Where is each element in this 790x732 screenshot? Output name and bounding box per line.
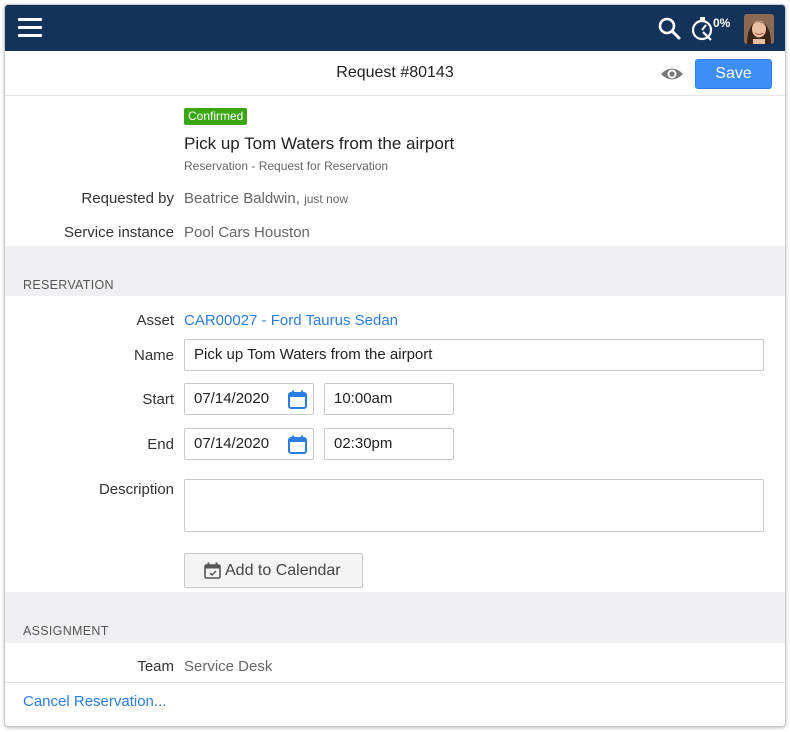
request-subject: Pick up Tom Waters from the airport — [184, 134, 455, 153]
end-date-field[interactable]: 07/14/2020 — [184, 428, 314, 460]
app-window: 0% Request #80143 Save Confirmed Pick up… — [4, 4, 786, 727]
requested-by-label: Requested by — [81, 190, 174, 207]
cancel-reservation-link[interactable]: Cancel Reservation... — [23, 693, 166, 710]
search-icon[interactable] — [657, 16, 681, 40]
timer-icon[interactable] — [691, 16, 715, 42]
menu-icon[interactable] — [18, 18, 42, 38]
start-date-value: 07/14/2020 — [194, 390, 270, 407]
end-date-value: 07/14/2020 — [194, 435, 270, 452]
description-field[interactable] — [184, 479, 764, 532]
team-label: Team — [137, 658, 174, 675]
team-value: Service Desk — [184, 658, 273, 675]
name-field[interactable]: Pick up Tom Waters from the airport — [184, 339, 764, 371]
end-label: End — [147, 436, 174, 453]
start-time-field[interactable]: 10:00am — [324, 383, 454, 415]
start-label: Start — [142, 391, 174, 408]
avatar[interactable] — [744, 14, 774, 44]
description-label: Description — [98, 481, 174, 498]
calendar-add-icon — [204, 562, 221, 579]
requester-name: Beatrice Baldwin, — [184, 190, 300, 207]
calendar-icon[interactable] — [288, 435, 307, 454]
requested-by-value: Beatrice Baldwin, just now — [184, 190, 348, 207]
eye-icon[interactable] — [660, 66, 684, 82]
calendar-icon[interactable] — [288, 390, 307, 409]
save-button[interactable]: Save — [695, 59, 772, 89]
reservation-section-header: RESERVATION — [5, 246, 785, 296]
service-instance-label: Service instance — [63, 224, 174, 241]
end-time-field[interactable]: 02:30pm — [324, 428, 454, 460]
add-to-calendar-button[interactable]: Add to Calendar — [184, 553, 363, 588]
start-date-field[interactable]: 07/14/2020 — [184, 383, 314, 415]
add-to-calendar-label: Add to Calendar — [225, 562, 341, 579]
request-header: Request #80143 Save — [5, 51, 785, 96]
service-instance-value: Pool Cars Houston — [184, 224, 310, 241]
request-category: Reservation - Request for Reservation — [184, 159, 389, 173]
section-title-assignment: ASSIGNMENT — [23, 624, 109, 638]
section-title-reservation: RESERVATION — [23, 278, 114, 292]
asset-link[interactable]: CAR00027 - Ford Taurus Sedan — [184, 312, 398, 329]
status-badge: Confirmed — [184, 108, 248, 125]
requested-time: just now — [304, 192, 349, 206]
top-bar: 0% — [5, 5, 785, 51]
timer-percent: 0% — [713, 16, 731, 30]
asset-label: Asset — [136, 312, 174, 329]
divider — [5, 682, 785, 683]
assignment-section-header: ASSIGNMENT — [5, 592, 785, 643]
name-label: Name — [133, 347, 174, 364]
